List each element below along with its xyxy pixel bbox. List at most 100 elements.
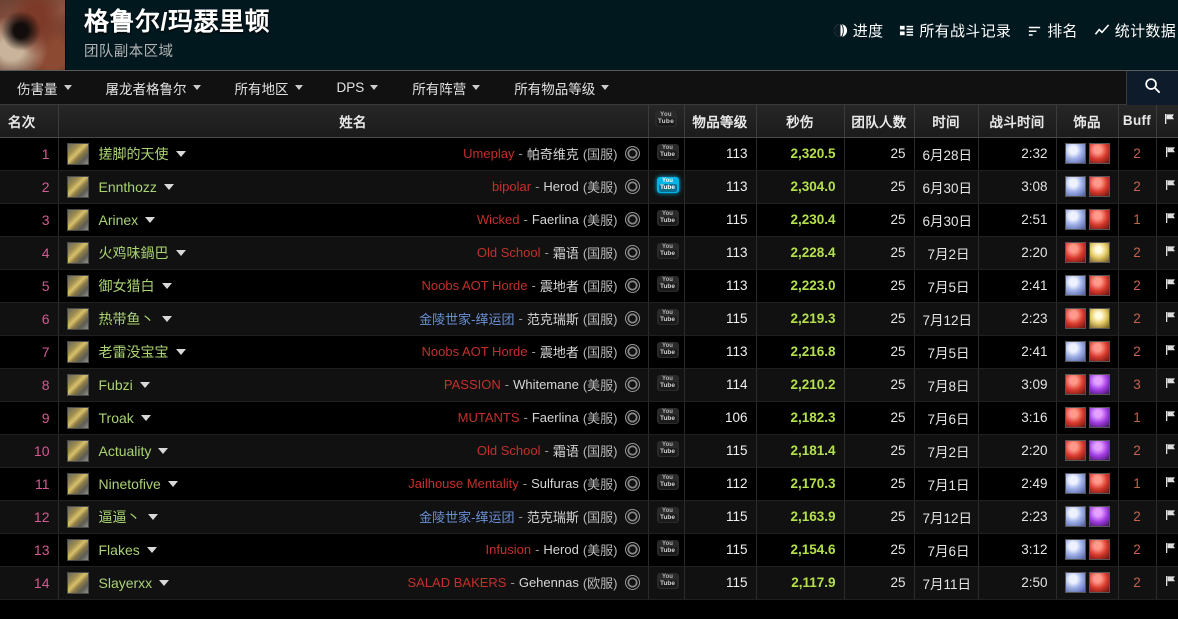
chevron-down-icon[interactable] bbox=[175, 348, 186, 355]
flag-icon[interactable] bbox=[1165, 146, 1177, 161]
character-name-link[interactable]: Slayerxx bbox=[99, 575, 153, 591]
filter-faction[interactable]: 所有阵营 bbox=[395, 71, 497, 104]
flag-icon[interactable] bbox=[1165, 443, 1177, 458]
trinket-icon[interactable] bbox=[1064, 572, 1086, 593]
trinket-icon[interactable] bbox=[1064, 275, 1086, 296]
youtube-icon[interactable]: You Tube bbox=[656, 540, 679, 556]
chevron-down-icon[interactable] bbox=[175, 150, 186, 157]
youtube-icon[interactable]: You Tube bbox=[656, 342, 679, 358]
character-name-link[interactable]: 老雷没宝宝 bbox=[99, 342, 169, 362]
guild-name-link[interactable]: Old School bbox=[477, 245, 541, 260]
trinket-icon[interactable] bbox=[1088, 572, 1110, 593]
chevron-down-icon[interactable] bbox=[146, 546, 157, 553]
trinket-icon[interactable] bbox=[1088, 539, 1110, 560]
guild-name-link[interactable]: Wicked bbox=[477, 212, 520, 227]
chevron-down-icon[interactable] bbox=[163, 183, 174, 190]
guild-name-link[interactable]: PASSION bbox=[444, 377, 501, 392]
chevron-down-icon[interactable] bbox=[159, 579, 170, 586]
table-row[interactable]: 12 逼逼丶 金陵世家-缂运团 - 范克瑞斯 (国服) You Tube 115 … bbox=[0, 500, 1178, 534]
guild-name-link[interactable]: Infusion bbox=[486, 542, 532, 557]
trinket-icon[interactable] bbox=[1064, 308, 1086, 329]
guild-name-link[interactable]: Noobs AOT Horde bbox=[421, 278, 527, 293]
nav-item-progress[interactable]: 进度 bbox=[833, 20, 884, 41]
filter-item-level[interactable]: 所有物品等级 bbox=[497, 71, 626, 104]
character-name-link[interactable]: 火鸡味鍋巴 bbox=[99, 243, 169, 263]
youtube-icon[interactable]: You Tube bbox=[656, 210, 679, 226]
trinket-icon[interactable] bbox=[1064, 176, 1086, 197]
chevron-down-icon[interactable] bbox=[147, 513, 158, 520]
column-header-dps[interactable]: 秒伤 bbox=[756, 105, 845, 138]
trinket-icon[interactable] bbox=[1088, 407, 1110, 428]
trinket-icon[interactable] bbox=[1088, 341, 1110, 362]
filter-role[interactable]: DPS bbox=[320, 71, 396, 104]
flag-icon[interactable] bbox=[1165, 245, 1177, 260]
character-name-link[interactable]: Actuality bbox=[99, 443, 152, 459]
trinket-icon[interactable] bbox=[1064, 506, 1086, 527]
chevron-down-icon[interactable] bbox=[167, 480, 178, 487]
table-row[interactable]: 1 搓脚的天使 Umeplay - 帕奇维克 (国服) You Tube 113 … bbox=[0, 137, 1178, 171]
youtube-icon[interactable]: You Tube bbox=[656, 375, 679, 391]
chevron-down-icon[interactable] bbox=[140, 414, 151, 421]
chevron-down-icon[interactable] bbox=[158, 447, 169, 454]
trinket-icon[interactable] bbox=[1064, 473, 1086, 494]
trinket-icon[interactable] bbox=[1064, 209, 1086, 230]
youtube-icon[interactable]: You Tube bbox=[656, 441, 679, 457]
character-name-link[interactable]: Ninetofive bbox=[99, 476, 161, 492]
table-row[interactable]: 8 Fubzi PASSION - Whitemane (美服) You Tube… bbox=[0, 368, 1178, 402]
nav-item-all-logs[interactable]: 所有战斗记录 bbox=[899, 20, 1011, 41]
table-row[interactable]: 9 Troak MUTANTS - Faerlina (美服) You Tube … bbox=[0, 401, 1178, 435]
guild-name-link[interactable]: bipolar bbox=[492, 179, 531, 194]
youtube-icon[interactable]: You Tube bbox=[656, 177, 679, 193]
column-header-item-level[interactable]: 物品等级 bbox=[684, 105, 757, 138]
trinket-icon[interactable] bbox=[1088, 473, 1110, 494]
column-header-date[interactable]: 时间 bbox=[914, 105, 979, 138]
chevron-down-icon[interactable] bbox=[175, 249, 186, 256]
table-row[interactable]: 11 Ninetofive Jailhouse Mentality - Sulf… bbox=[0, 467, 1178, 501]
trinket-icon[interactable] bbox=[1064, 407, 1086, 428]
column-header-fight-time[interactable]: 战斗时间 bbox=[978, 105, 1057, 138]
trinket-icon[interactable] bbox=[1088, 308, 1110, 329]
filter-metric[interactable]: 伤害量 bbox=[0, 71, 89, 104]
youtube-icon[interactable]: You Tube bbox=[656, 573, 679, 589]
chevron-down-icon[interactable] bbox=[139, 381, 150, 388]
column-header-rank[interactable]: 名次 bbox=[0, 105, 59, 138]
guild-name-link[interactable]: Noobs AOT Horde bbox=[421, 344, 527, 359]
character-name-link[interactable]: 逼逼丶 bbox=[99, 507, 141, 527]
character-name-link[interactable]: 热带鱼丶 bbox=[99, 309, 155, 329]
youtube-icon[interactable]: You Tube bbox=[656, 408, 679, 424]
trinket-icon[interactable] bbox=[1088, 374, 1110, 395]
guild-name-link[interactable]: Umeplay bbox=[463, 146, 514, 161]
trinket-icon[interactable] bbox=[1088, 275, 1110, 296]
flag-icon[interactable] bbox=[1165, 179, 1177, 194]
flag-icon[interactable] bbox=[1165, 575, 1177, 590]
guild-name-link[interactable]: SALAD BAKERS bbox=[407, 575, 506, 590]
table-row[interactable]: 3 Arinex Wicked - Faerlina (美服) You Tube … bbox=[0, 203, 1178, 237]
filter-encounter[interactable]: 屠龙者格鲁尔 bbox=[89, 71, 218, 104]
flag-icon[interactable] bbox=[1165, 509, 1177, 524]
guild-name-link[interactable]: 金陵世家-缂运团 bbox=[419, 309, 514, 328]
trinket-icon[interactable] bbox=[1088, 506, 1110, 527]
guild-name-link[interactable]: Old School bbox=[477, 443, 541, 458]
trinket-icon[interactable] bbox=[1064, 242, 1086, 263]
chevron-down-icon[interactable] bbox=[145, 216, 156, 223]
youtube-icon[interactable]: You Tube bbox=[656, 474, 679, 490]
table-row[interactable]: 6 热带鱼丶 金陵世家-缂运团 - 范克瑞斯 (国服) You Tube 115 … bbox=[0, 302, 1178, 336]
youtube-icon[interactable]: You Tube bbox=[656, 276, 679, 292]
youtube-icon[interactable]: You Tube bbox=[656, 144, 679, 160]
character-name-link[interactable]: Flakes bbox=[99, 542, 140, 558]
trinket-icon[interactable] bbox=[1064, 440, 1086, 461]
table-row[interactable]: 7 老雷没宝宝 Noobs AOT Horde - 震地者 (国服) You Tu… bbox=[0, 335, 1178, 369]
column-header-buff[interactable]: Buff bbox=[1118, 105, 1157, 138]
table-row[interactable]: 14 Slayerxx SALAD BAKERS - Gehennas (欧服)… bbox=[0, 566, 1178, 600]
youtube-icon[interactable]: You Tube bbox=[656, 243, 679, 259]
youtube-icon[interactable]: You Tube bbox=[656, 507, 679, 523]
nav-item-statistics[interactable]: 统计数据 bbox=[1094, 20, 1176, 41]
chevron-down-icon[interactable] bbox=[161, 282, 172, 289]
table-row[interactable]: 10 Actuality Old School - 霜语 (国服) You Tub… bbox=[0, 434, 1178, 468]
guild-name-link[interactable]: Jailhouse Mentality bbox=[408, 476, 519, 491]
table-row[interactable]: 2 Ennthozz bipolar - Herod (美服) You Tube … bbox=[0, 170, 1178, 204]
trinket-icon[interactable] bbox=[1064, 341, 1086, 362]
flag-icon[interactable] bbox=[1165, 542, 1177, 557]
trinket-icon[interactable] bbox=[1088, 143, 1110, 164]
trinket-icon[interactable] bbox=[1088, 209, 1110, 230]
